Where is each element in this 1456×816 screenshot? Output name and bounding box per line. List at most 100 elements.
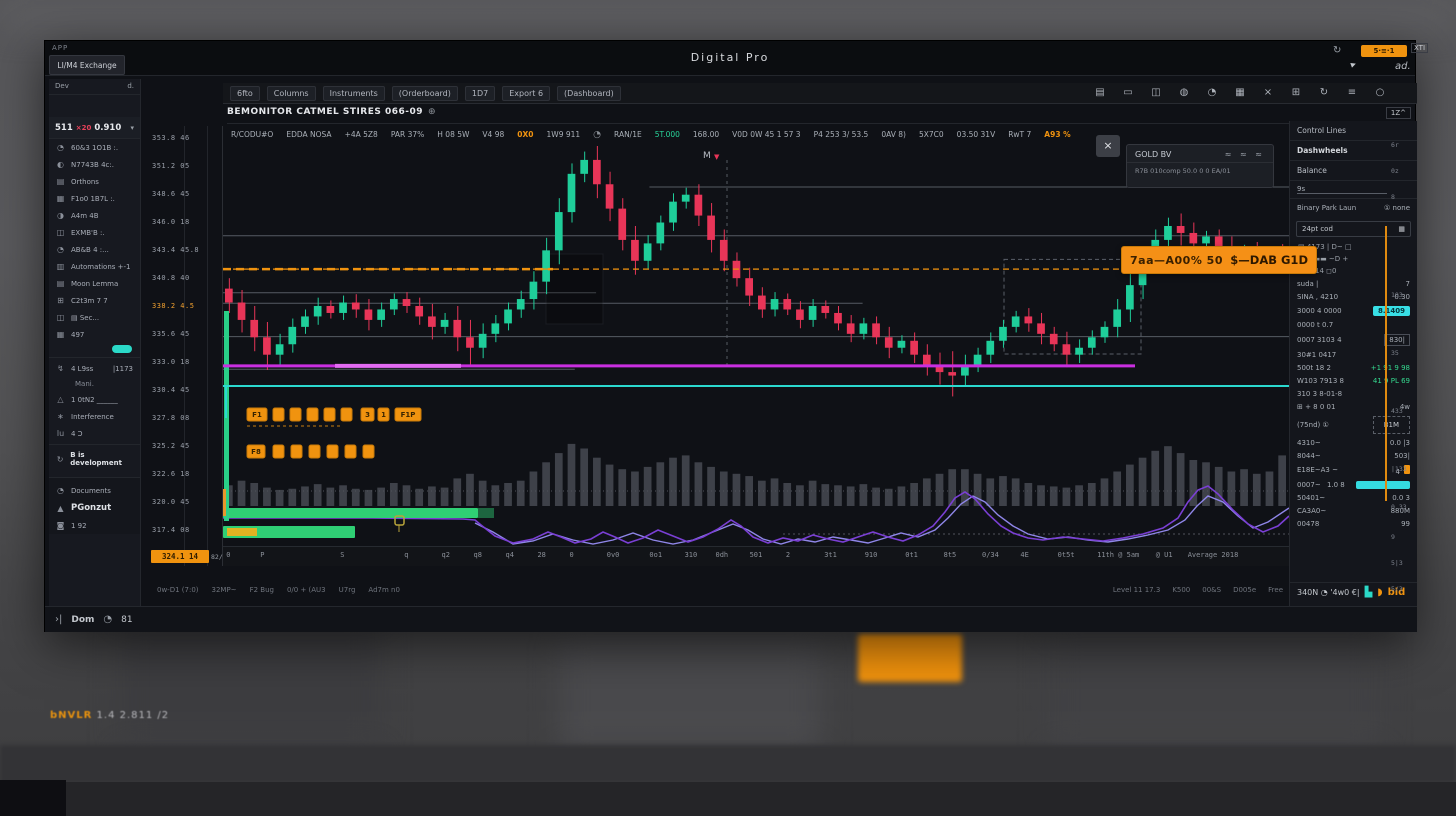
panel-row-0[interactable]: suda |7 xyxy=(1290,277,1417,290)
time-axis[interactable]: 0PSqq2q8q42800v00o13100dh50123t19100t18t… xyxy=(223,546,1289,566)
panel-row-4[interactable]: 0007 3103 4830| xyxy=(1290,331,1417,348)
crosshair-tool-button[interactable]: × xyxy=(1096,135,1120,157)
flower-icon: ∗ xyxy=(56,412,65,421)
search-action[interactable]: d. xyxy=(127,82,134,91)
panel-icon[interactable]: ▦ xyxy=(1231,85,1249,101)
info-segment-3: PAR 37% xyxy=(391,130,424,139)
sidebar-item-10[interactable]: ◫▤ Sec... xyxy=(49,309,140,326)
menu-icon[interactable]: ≡ xyxy=(1343,85,1361,101)
sidebar-item-7[interactable]: ▥Automations +-1 xyxy=(49,258,140,275)
panel-row-8[interactable]: 310 3 8-01-8 xyxy=(1290,387,1417,400)
info-circle-icon[interactable]: ⊕ xyxy=(428,107,436,117)
sidebar-ticker[interactable]: 511 ×20 0.910 ▾ xyxy=(49,117,140,139)
panel-row-2[interactable]: 3000 4 00008.1409 xyxy=(1290,303,1417,318)
sidebar-bottom-2[interactable]: ◙1 92 xyxy=(49,517,140,534)
desktop-blob xyxy=(560,640,820,750)
panel-row-3[interactable]: 0000 t 0.7 xyxy=(1290,318,1417,331)
footer-link-l2[interactable]: F2 Bug xyxy=(250,586,274,594)
tab-5[interactable]: Export 6 xyxy=(502,86,550,101)
chart-mini-icon[interactable]: ▙ xyxy=(1365,587,1373,598)
footer-link-l5[interactable]: Ad7m n0 xyxy=(368,586,400,594)
tab-3[interactable]: (Orderboard) xyxy=(392,86,458,101)
footer-link-l1[interactable]: 32MP~ xyxy=(212,586,237,594)
bid-icon[interactable]: ◗ xyxy=(1377,587,1382,598)
footer-link-r2[interactable]: 00&S xyxy=(1202,586,1221,594)
sidebar-item-11[interactable]: ▦497 xyxy=(49,326,140,343)
time-label-6: q4 xyxy=(505,551,513,559)
sidebar-section2-header[interactable]: ↯ 4 L9ss |1173 xyxy=(49,360,140,377)
clock-icon: ◔ xyxy=(56,245,65,254)
time-label-3: q xyxy=(404,551,408,559)
sidebar-menu-2: △1 0tN2 ______∗Interferencelu4 Ɔ xyxy=(49,391,140,442)
collapse-icon[interactable]: ›| xyxy=(55,614,62,625)
footer-link-r1[interactable]: K500 xyxy=(1172,586,1190,594)
time-label-5: q8 xyxy=(474,551,482,559)
close-icon[interactable]: × xyxy=(1259,85,1277,101)
footer-link-r4[interactable]: Free xyxy=(1268,586,1283,594)
footer-link-r0[interactable]: Level 11 17.3 xyxy=(1113,586,1160,594)
sidebar2-item-0[interactable]: △1 0tN2 ______ xyxy=(49,391,140,408)
sidebar-item-4[interactable]: ◑A4m 4B xyxy=(49,207,140,224)
panel-row-6[interactable]: 500t 18 2+1 91 9 98 xyxy=(1290,361,1417,374)
footer-link-r3[interactable]: D005e xyxy=(1233,586,1256,594)
footer-link-l0[interactable]: 0w-D1 (7:0) xyxy=(157,586,199,594)
layers-icon: ▥ xyxy=(56,262,65,271)
sidebar-dev-row[interactable]: ↻ B is development xyxy=(49,447,140,471)
help-icon: ◙ xyxy=(56,521,65,530)
panel-row-12[interactable]: 8044~503| xyxy=(1290,449,1417,462)
tab-6[interactable]: (Dashboard) xyxy=(557,86,621,101)
price-axis[interactable]: 353.8 46351.2 05348.6 45346.0 18343.4 45… xyxy=(149,126,223,566)
indicator-dropdown[interactable]: GOLD BV ≈ ≈ ≈ R7B 010comp 50.0 0 0 EA/01 xyxy=(1126,144,1274,188)
sidebar-item-3[interactable]: ▦F1o0 1B7L :. xyxy=(49,190,140,207)
sidebar-toggle[interactable] xyxy=(112,345,132,353)
sidebar-bottom-group: ◔Documents▲PGonzut◙1 92 xyxy=(49,477,140,534)
refresh-icon[interactable]: ↻ xyxy=(1315,85,1333,101)
pie-icon: ◑ xyxy=(56,211,65,220)
tab-0[interactable]: 6fto xyxy=(230,86,260,101)
window-icon[interactable]: ◫ xyxy=(1147,85,1165,101)
record-icon[interactable]: ◍ xyxy=(1175,85,1193,101)
footer-link-l4[interactable]: U7rg xyxy=(339,586,356,594)
sidebar-item-1[interactable]: ◐N7743B 4c:. xyxy=(49,156,140,173)
sidebar-item-8[interactable]: ▤Moon Lemma xyxy=(49,275,140,292)
sidebar-item-5[interactable]: ◫EXMB'B :. xyxy=(49,224,140,241)
time-label-13: 501 xyxy=(750,551,763,559)
sidebar2-item-1[interactable]: ∗Interference xyxy=(49,408,140,425)
price-alert-label[interactable]: 7aa—A00% 50 $—DAB G1D xyxy=(1121,246,1317,274)
clock-icon[interactable]: ◔ xyxy=(1203,85,1221,101)
footer-link-l3[interactable]: 0/0 + (AU3 xyxy=(287,586,326,594)
titlebar-pill-button[interactable]: 5·≡·1 xyxy=(1361,45,1407,57)
sidebar-item-6[interactable]: ◔AB&B 4 :... xyxy=(49,241,140,258)
sidebar-search[interactable]: Dev d. xyxy=(49,79,140,95)
panel-row-10[interactable]: (75nd) ①B1M xyxy=(1290,413,1417,436)
tab-1[interactable]: Columns xyxy=(267,86,316,101)
toolbar-badge[interactable]: 1Z^ xyxy=(1386,107,1411,119)
sidebar2-item-2[interactable]: lu4 Ɔ xyxy=(49,425,140,442)
refresh-icon[interactable]: ↻ xyxy=(1333,45,1341,56)
tab-2[interactable]: Instruments xyxy=(323,86,385,101)
panel-row-11[interactable]: 4310~0.0 |3 xyxy=(1290,436,1417,449)
chart-plot[interactable]: F131F1PF8M▼ xyxy=(223,146,1289,546)
panel-row-14[interactable]: 0007~1.0 8 xyxy=(1290,478,1417,491)
svg-text:F8: F8 xyxy=(251,448,261,456)
panel-header-1[interactable]: Control Lines xyxy=(1290,121,1417,141)
sidebar-item-0[interactable]: ◔60&3 1O1B :. xyxy=(49,139,140,156)
monitor-icon[interactable]: ▭ xyxy=(1119,85,1137,101)
chevron-down-icon[interactable]: ▾ xyxy=(130,124,134,132)
titlebar-box[interactable]: XTI xyxy=(1411,43,1428,53)
brush-icon[interactable]: ▤ xyxy=(1091,85,1109,101)
panel-row-7[interactable]: W103 7913 841 9 PL 69 xyxy=(1290,374,1417,387)
sidebar-item-9[interactable]: ⊞C2t3m 7 7 xyxy=(49,292,140,309)
sidebar-item-2[interactable]: ▤Orthons xyxy=(49,173,140,190)
grid-icon[interactable]: ⊞ xyxy=(1287,85,1305,101)
sidebar-bottom-1[interactable]: ▲PGonzut xyxy=(49,499,140,517)
window-statusbar: ›| Dom ◔ 81 xyxy=(45,606,1417,632)
panel-orange-rule xyxy=(1385,226,1387,501)
tab-4[interactable]: 1D7 xyxy=(465,86,495,101)
time-label-17: 0t1 xyxy=(905,551,918,559)
panel-row-17[interactable]: 0047899 xyxy=(1290,517,1417,530)
sidebar-bottom-0[interactable]: ◔Documents xyxy=(49,482,140,499)
desktop-band xyxy=(0,745,1456,783)
panel-search-field[interactable]: 24pt cod ▦ xyxy=(1296,221,1411,237)
dot-icon[interactable]: ○ xyxy=(1371,85,1389,101)
